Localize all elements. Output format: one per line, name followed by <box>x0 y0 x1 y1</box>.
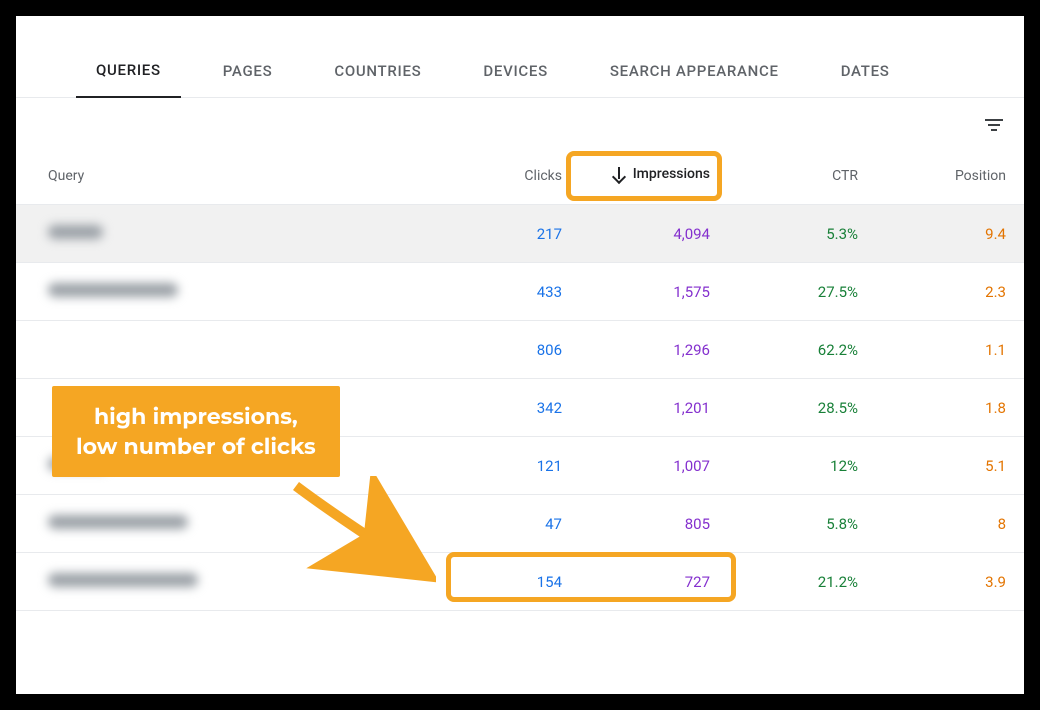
cell-ctr: 5.8% <box>710 515 858 533</box>
cell-ctr: 12% <box>710 457 858 475</box>
annotation-callout: high impressions, low number of clicks <box>52 386 340 477</box>
col-header-clicks[interactable]: Clicks <box>414 168 562 184</box>
table-header: Query Clicks Impressions CTR Position <box>16 147 1024 205</box>
tab-devices[interactable]: DEVICES <box>463 45 567 97</box>
cell-impressions: 727 <box>562 573 710 591</box>
cell-position: 5.1 <box>858 457 1006 475</box>
redacted-query-text <box>48 283 178 297</box>
cell-clicks: 121 <box>414 457 562 475</box>
table-row[interactable]: 478055.8%8 <box>16 495 1024 553</box>
tab-dates[interactable]: DATES <box>821 45 910 97</box>
filter-icon[interactable] <box>982 113 1006 137</box>
cell-position: 3.9 <box>858 573 1006 591</box>
cell-clicks: 342 <box>414 399 562 417</box>
cell-position: 1.1 <box>858 341 1006 359</box>
cell-ctr: 27.5% <box>710 283 858 301</box>
redacted-query-text <box>48 225 103 239</box>
cell-query <box>34 224 414 243</box>
table-row[interactable]: 15472721.2%3.9 <box>16 553 1024 611</box>
col-header-ctr[interactable]: CTR <box>710 168 858 184</box>
cell-impressions: 1,575 <box>562 283 710 301</box>
tab-countries[interactable]: COUNTRIES <box>314 45 441 97</box>
table-row[interactable]: 2174,0945.3%9.4 <box>16 205 1024 263</box>
performance-table: Query Clicks Impressions CTR Position 21… <box>16 147 1024 611</box>
cell-position: 8 <box>858 515 1006 533</box>
redacted-query-text <box>48 573 198 587</box>
dimension-tabs: QUERIES PAGES COUNTRIES DEVICES SEARCH A… <box>16 16 1024 98</box>
col-header-query[interactable]: Query <box>34 168 414 184</box>
cell-impressions: 1,296 <box>562 341 710 359</box>
cell-clicks: 806 <box>414 341 562 359</box>
tab-queries[interactable]: QUERIES <box>76 44 181 98</box>
tab-search-appearance[interactable]: SEARCH APPEARANCE <box>590 45 799 97</box>
cell-clicks: 433 <box>414 283 562 301</box>
search-console-panel: QUERIES PAGES COUNTRIES DEVICES SEARCH A… <box>16 16 1024 694</box>
cell-clicks: 47 <box>414 515 562 533</box>
col-header-position[interactable]: Position <box>858 168 1006 184</box>
col-header-impressions[interactable]: Impressions <box>562 166 710 186</box>
col-header-impressions-label: Impressions <box>633 166 710 182</box>
cell-impressions: 1,007 <box>562 457 710 475</box>
cell-ctr: 21.2% <box>710 573 858 591</box>
cell-impressions: 805 <box>562 515 710 533</box>
cell-ctr: 5.3% <box>710 225 858 243</box>
cell-position: 2.3 <box>858 283 1006 301</box>
cell-impressions: 1,201 <box>562 399 710 417</box>
cell-position: 9.4 <box>858 225 1006 243</box>
redacted-query-text <box>48 515 188 529</box>
cell-position: 1.8 <box>858 399 1006 417</box>
table-row[interactable]: 8061,29662.2%1.1 <box>16 321 1024 379</box>
cell-ctr: 28.5% <box>710 399 858 417</box>
cell-impressions: 4,094 <box>562 225 710 243</box>
arrow-down-icon <box>611 166 627 182</box>
cell-clicks: 154 <box>414 573 562 591</box>
filter-row <box>16 98 1024 147</box>
cell-ctr: 62.2% <box>710 341 858 359</box>
cell-query <box>34 282 414 301</box>
cell-clicks: 217 <box>414 225 562 243</box>
table-row[interactable]: 4331,57527.5%2.3 <box>16 263 1024 321</box>
tab-pages[interactable]: PAGES <box>203 45 293 97</box>
annotation-arrow <box>276 476 436 586</box>
